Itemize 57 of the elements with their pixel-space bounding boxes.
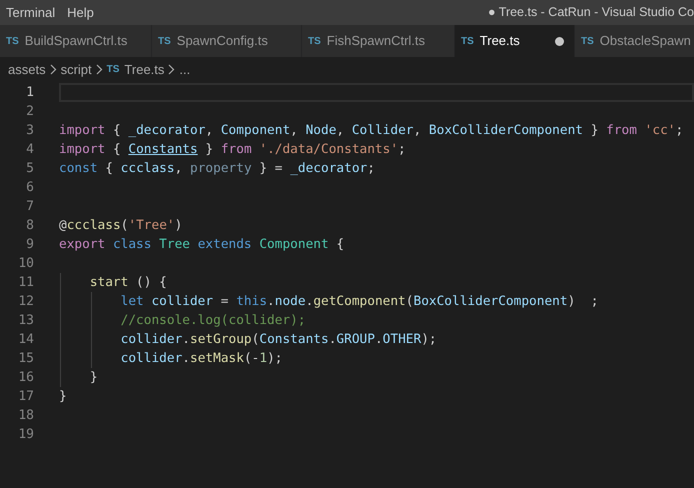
chevron-icon <box>96 64 103 75</box>
line-number: 4 <box>25 140 34 159</box>
line-number: 15 <box>17 350 34 368</box>
breadcrumb-item[interactable]: ... <box>179 60 190 80</box>
line-number: 19 <box>17 426 34 444</box>
line-number: 2 <box>25 102 34 121</box>
line-number: 18 <box>17 406 34 425</box>
file-type-label: TS <box>6 34 19 48</box>
line-number: 17 <box>17 388 34 406</box>
file-type-label: TS <box>158 34 171 48</box>
menu-item[interactable]: Terminal <box>0 2 62 22</box>
code-line: import { Constants } from './data/Constants'; <box>59 140 406 159</box>
code-line: const { ccclass, property } = _decorator; <box>59 160 375 178</box>
tab-label: BuildSpawnCtrl.ts <box>24 32 128 50</box>
line-number: 16 <box>17 368 34 387</box>
code-line: let collider = this.node.getComponent(BoxColliderComponent) ; <box>120 292 598 311</box>
tab-label: SpawnConfig.ts <box>176 32 268 50</box>
menu-item[interactable]: Help <box>61 2 100 22</box>
tab-label: ObstacleSpawn <box>600 32 691 50</box>
line-number: 12 <box>17 292 34 311</box>
line-number: 7 <box>25 198 34 216</box>
editor-tab[interactable]: TS SpawnConfig.ts <box>152 25 302 57</box>
tab-label: Tree.ts <box>480 32 520 50</box>
tab-label: FishSpawnCtrl.ts <box>326 32 426 50</box>
code-line: } <box>59 388 67 406</box>
line-number: 9 <box>25 236 34 254</box>
line-number: 5 <box>25 160 34 178</box>
code-line: export class Tree extends Component { <box>59 236 344 254</box>
editor-tab[interactable]: TS BuildSpawnCtrl.ts <box>0 25 152 57</box>
line-number: 3 <box>25 122 34 140</box>
line-number: 1 <box>25 84 34 102</box>
file-type-label: TS <box>461 34 474 48</box>
editor-tab[interactable]: TS ObstacleSpawn <box>575 25 694 57</box>
breadcrumb-item[interactable]: Tree.ts <box>124 60 164 80</box>
chevron-icon <box>50 64 57 75</box>
code-line: collider.setGroup(Constants.GROUP.OTHER); <box>120 330 437 349</box>
editor-tab[interactable]: TS FishSpawnCtrl.ts <box>302 25 455 57</box>
file-type-label: TS <box>581 34 594 48</box>
line-number: 11 <box>17 274 34 292</box>
code-line: //console.log(collider); <box>120 312 306 330</box>
window-title: ● Tree.ts - CatRun - Visual Studio Co <box>488 4 694 22</box>
file-type-label: TS <box>106 63 120 77</box>
file-type-label: TS <box>308 34 321 48</box>
line-number: 10 <box>17 254 34 273</box>
chevron-icon <box>168 64 176 75</box>
code-line: import { _decorator, Component, Node, Collider, BoxColliderComponent } from 'cc'; <box>59 122 684 140</box>
code-line: collider.setMask(-1); <box>120 350 282 368</box>
code-line: @ccclass('Tree') <box>59 216 182 235</box>
line-number: 13 <box>17 312 34 330</box>
line-number: 6 <box>25 178 34 197</box>
code-line: } <box>88 368 98 387</box>
line-number: 8 <box>25 216 34 235</box>
breadcrumb-item[interactable]: assets <box>8 60 46 80</box>
line-number: 14 <box>17 330 34 349</box>
breadcrumb-item[interactable]: script <box>60 60 92 80</box>
code-line: start () { <box>88 274 167 292</box>
editor-tab[interactable]: TS Tree.ts <box>455 25 575 57</box>
